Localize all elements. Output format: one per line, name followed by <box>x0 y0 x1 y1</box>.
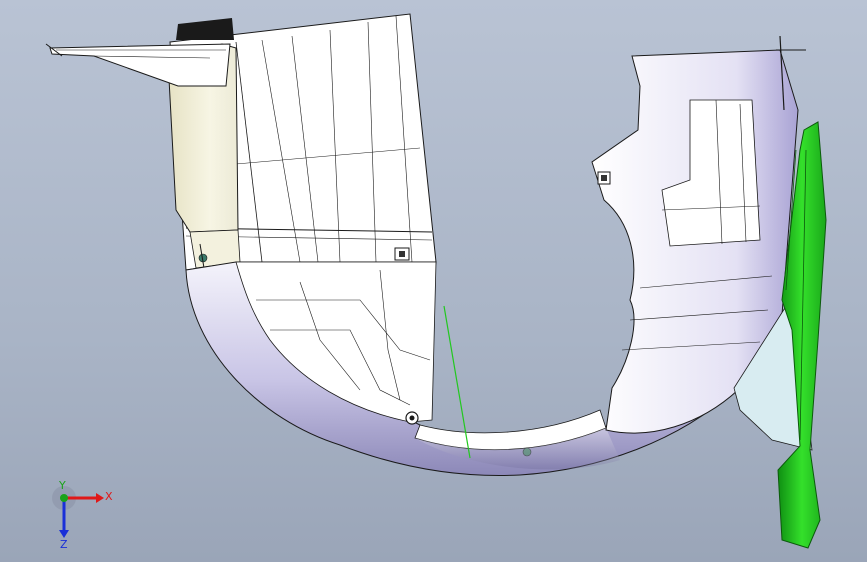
mount-bracket[interactable] <box>45 43 231 87</box>
coordinate-triad: X Y Z <box>52 479 113 548</box>
y-axis-dot <box>60 494 68 502</box>
wheel-housing-model[interactable] <box>0 0 867 562</box>
z-axis-label: Z <box>60 538 68 548</box>
cad-graphics-viewport[interactable]: X Y Z <box>0 0 867 562</box>
y-axis-label: Y <box>58 479 66 492</box>
tank-cap <box>176 18 234 40</box>
x-axis-label: X <box>105 490 113 503</box>
